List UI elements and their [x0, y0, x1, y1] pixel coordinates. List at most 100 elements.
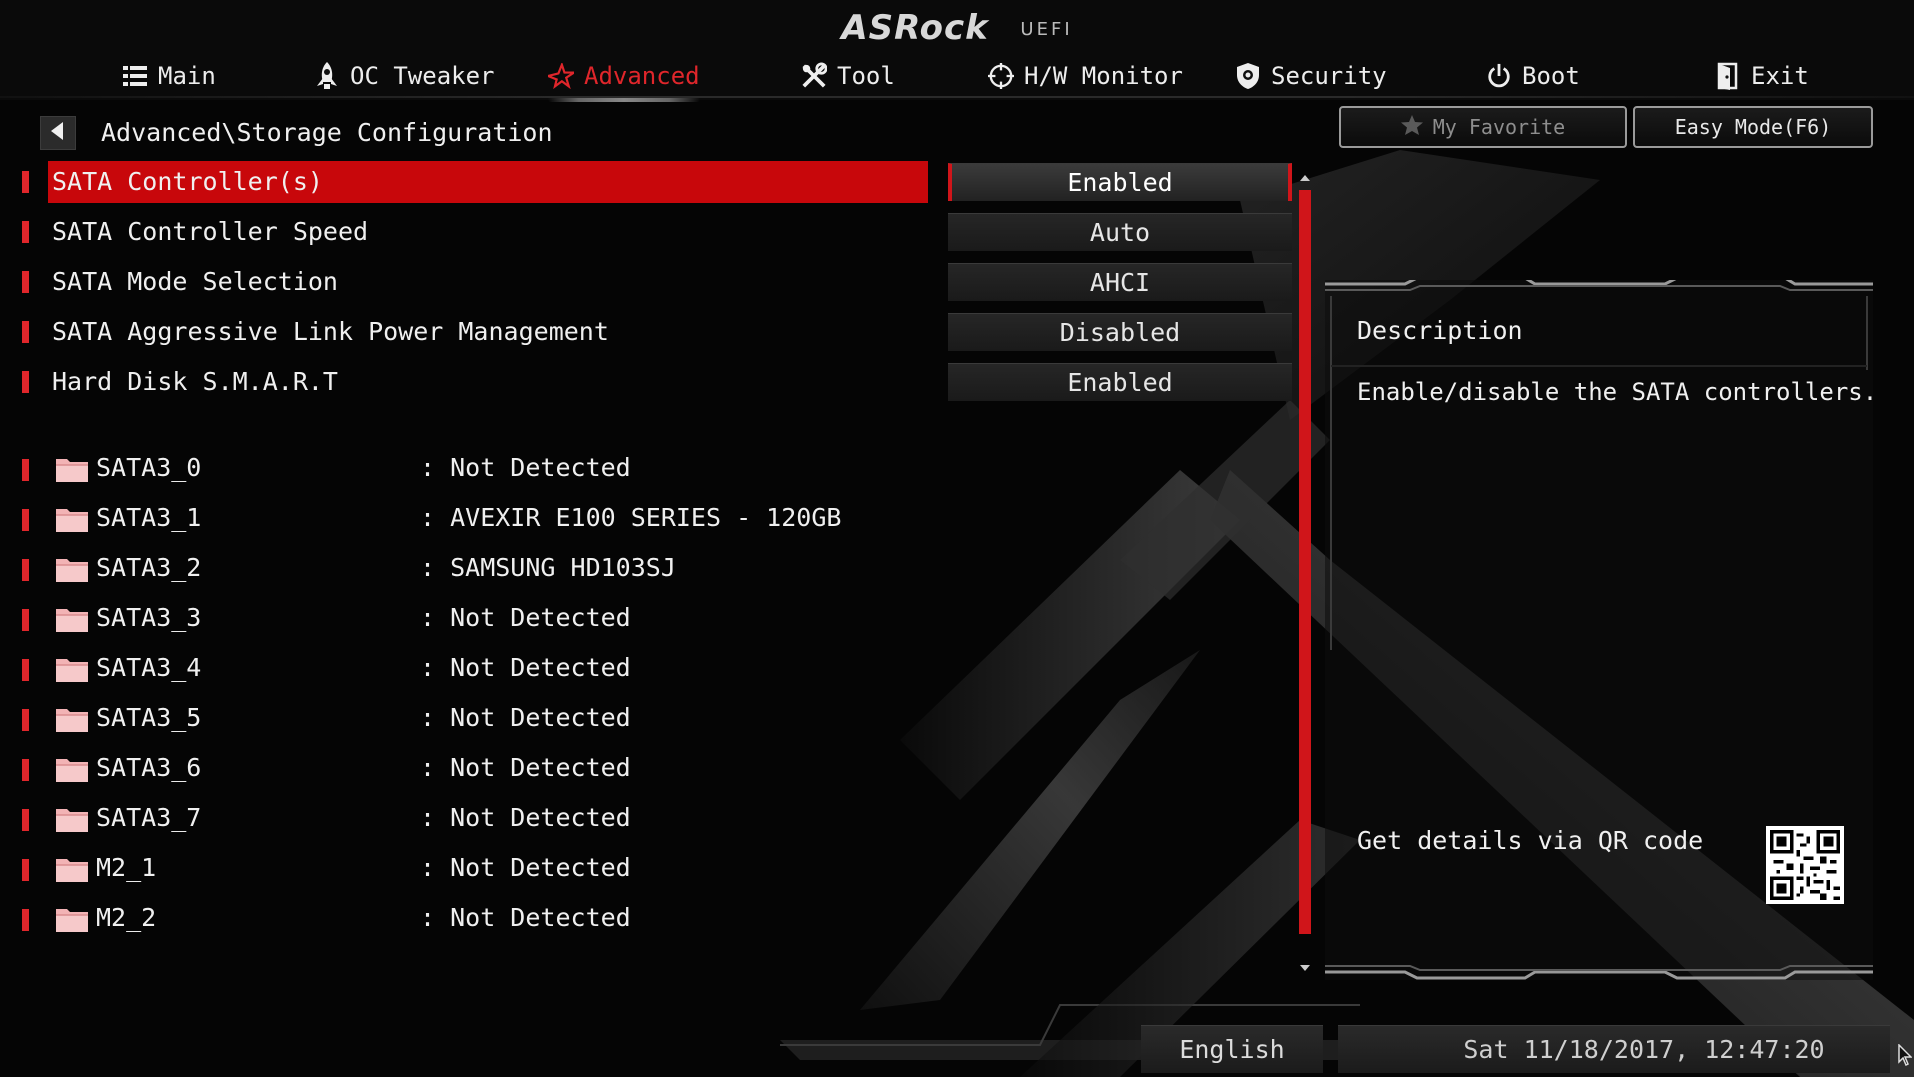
tab-main[interactable]: Main [122, 56, 216, 96]
tab-advanced[interactable]: Advanced [548, 56, 700, 102]
row-marker [22, 221, 29, 243]
tab-oc-tweaker-label: OC Tweaker [350, 62, 495, 90]
date-time-display: Sat 11/18/2017, 12:47:20 [1338, 1025, 1890, 1073]
drive-row-sata3-1: SATA3_1 : AVEXIR E100 SERIES - 120GB [22, 497, 922, 539]
drive-row-m2-2: M2_2 : Not Detected [22, 897, 922, 939]
folder-icon [55, 805, 89, 833]
easy-mode-button[interactable]: Easy Mode(F6) [1633, 106, 1873, 148]
drive-status: : Not Detected [420, 853, 631, 882]
qr-code-icon [1766, 826, 1844, 904]
drive-status: : Not Detected [420, 903, 631, 932]
row-marker [22, 809, 29, 831]
folder-icon [55, 605, 89, 633]
drive-status: : Not Detected [420, 703, 631, 732]
folder-icon [55, 705, 89, 733]
drive-port-name: SATA3_6 [96, 753, 202, 782]
language-label: English [1179, 1035, 1285, 1064]
nav-divider [0, 96, 1914, 98]
row-marker [22, 371, 29, 393]
setting-label: SATA Aggressive Link Power Management [52, 317, 609, 346]
row-marker [22, 709, 29, 731]
row-marker [22, 659, 29, 681]
power-icon [1486, 63, 1512, 89]
tab-main-label: Main [158, 62, 216, 90]
scrollbar[interactable] [1297, 170, 1313, 976]
asrock-logo: ASRock [841, 8, 989, 48]
language-button[interactable]: English [1141, 1025, 1323, 1073]
drive-port-name: M2_2 [96, 903, 157, 932]
setting-sata-alpm[interactable]: SATA Aggressive Link Power Management Di… [22, 311, 1292, 353]
folder-icon [55, 855, 89, 883]
scroll-up-arrow-icon[interactable] [1297, 170, 1313, 186]
drive-status: : Not Detected [420, 653, 631, 682]
my-favorite-label: My Favorite [1432, 115, 1566, 139]
folder-icon [55, 905, 89, 933]
description-text: Enable/disable the SATA controllers. [1357, 378, 1878, 406]
my-favorite-button[interactable]: My Favorite [1339, 106, 1627, 148]
setting-label: Hard Disk S.M.A.R.T [52, 367, 338, 396]
back-arrow-icon [51, 122, 65, 144]
tab-tool[interactable]: Tool [801, 56, 895, 96]
row-marker [22, 459, 29, 481]
scroll-down-arrow-icon[interactable] [1297, 960, 1313, 976]
setting-sata-mode-selection[interactable]: SATA Mode Selection AHCI [22, 261, 1292, 303]
drive-row-sata3-0: SATA3_0: Not Detected [22, 447, 922, 489]
tab-tool-label: Tool [837, 62, 895, 90]
row-marker [22, 321, 29, 343]
drive-row-sata3-6: SATA3_6 : Not Detected [22, 747, 922, 789]
back-button[interactable] [40, 116, 76, 150]
tab-security[interactable]: Security [1235, 56, 1387, 96]
drive-port-name: SATA3_2 [96, 553, 202, 582]
tab-security-label: Security [1271, 62, 1387, 90]
drive-row-sata3-4: SATA3_4: Not Detected [22, 647, 922, 689]
drive-row-sata3-5: SATA3_5 : Not Detected [22, 697, 922, 739]
drive-port-name: SATA3_3 [96, 603, 202, 632]
folder-icon [55, 655, 89, 683]
tab-exit-label: Exit [1751, 62, 1809, 90]
drive-port-name: M2_1 [96, 853, 157, 882]
tab-boot[interactable]: Boot [1486, 56, 1580, 96]
drive-row-sata3-7: SATA3_7 : Not Detected [22, 797, 922, 839]
tools-icon [801, 62, 827, 89]
setting-value-dropdown[interactable]: AHCI [948, 263, 1292, 301]
setting-value-dropdown[interactable]: Auto [948, 213, 1292, 251]
drive-row-sata3-3: SATA3_3 : Not Detected [22, 597, 922, 639]
drive-port-name: SATA3_1 [96, 503, 202, 532]
drive-port-name: SATA3_7 [96, 803, 202, 832]
star-icon [1400, 114, 1423, 140]
date-time-text: Sat 11/18/2017, 12:47:20 [1463, 1035, 1825, 1064]
brand-header: ASRock UEFI [0, 8, 1914, 48]
setting-label: SATA Controller(s) [48, 161, 928, 203]
description-title: Description [1357, 316, 1523, 345]
row-marker [22, 609, 29, 631]
drive-status: : Not Detected [420, 753, 631, 782]
setting-value-dropdown[interactable]: Enabled [948, 163, 1292, 201]
drive-status: : AVEXIR E100 SERIES - 120GB [420, 503, 842, 532]
folder-icon [55, 755, 89, 783]
row-marker [22, 509, 29, 531]
tab-exit[interactable]: Exit [1715, 56, 1809, 96]
tab-hw-monitor[interactable]: H/W Monitor [988, 56, 1183, 96]
breadcrumb: Advanced\Storage Configuration [101, 118, 553, 147]
setting-label: SATA Mode Selection [52, 267, 338, 296]
drive-status: : SAMSUNG HD103SJ [420, 553, 676, 582]
tab-boot-label: Boot [1522, 62, 1580, 90]
setting-sata-controller-speed[interactable]: SATA Controller Speed Auto [22, 211, 1292, 253]
tab-oc-tweaker[interactable]: OC Tweaker [314, 56, 495, 96]
setting-hard-disk-smart[interactable]: Hard Disk S.M.A.R.T Enabled [22, 361, 1292, 403]
setting-value-dropdown[interactable]: Enabled [948, 363, 1292, 401]
scrollbar-thumb[interactable] [1299, 190, 1311, 934]
drive-status: : Not Detected [420, 453, 631, 482]
drive-port-name: SATA3_5 [96, 703, 202, 732]
drive-status: : Not Detected [420, 803, 631, 832]
drive-status: : Not Detected [420, 603, 631, 632]
drive-row-sata3-2: SATA3_2 : SAMSUNG HD103SJ [22, 547, 922, 589]
folder-icon [55, 505, 89, 533]
row-marker [22, 271, 29, 293]
folder-icon [55, 555, 89, 583]
exit-icon [1715, 62, 1741, 90]
monitor-icon [988, 63, 1014, 89]
setting-value-dropdown[interactable]: Disabled [948, 313, 1292, 351]
easy-mode-label: Easy Mode(F6) [1674, 115, 1832, 139]
setting-sata-controllers[interactable]: SATA Controller(s) Enabled [22, 161, 1292, 203]
